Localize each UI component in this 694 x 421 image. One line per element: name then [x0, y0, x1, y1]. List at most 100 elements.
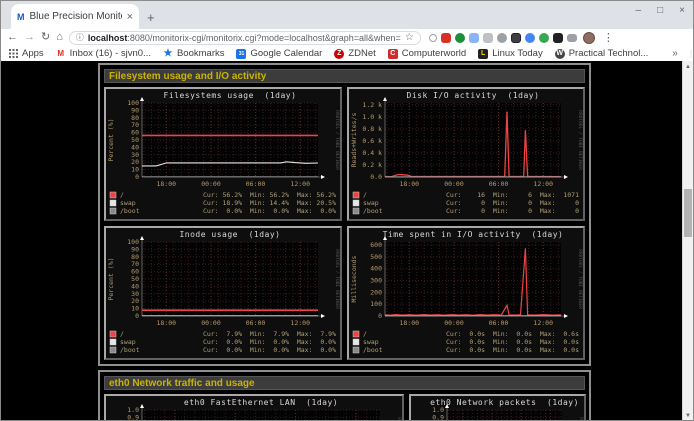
- back-icon[interactable]: ←: [7, 32, 18, 43]
- svg-text:1.2 k: 1.2 k: [362, 101, 382, 109]
- green-circle-extension-icon[interactable]: [539, 33, 549, 43]
- scrollbar-thumb[interactable]: [684, 189, 692, 237]
- bookmarks-overflow-chevron[interactable]: »: [672, 48, 678, 59]
- monitorix-favicon-icon: M: [17, 12, 25, 22]
- browser-menu-icon[interactable]: ⋮: [603, 31, 614, 44]
- maximize-button[interactable]: □: [657, 5, 663, 16]
- svg-text:RRDTOOL / TOBI OETIKER: RRDTOOL / TOBI OETIKER: [396, 417, 402, 421]
- address-bar[interactable]: ⓘ localhost:8080/monitorix-cgi/monitorix…: [69, 31, 421, 45]
- svg-text:eth0 Network packets (1day): eth0 Network packets (1day): [430, 398, 579, 407]
- svg-text:RRDTOOL / TOBI OETIKER: RRDTOOL / TOBI OETIKER: [577, 249, 583, 309]
- gmail-extension-icon[interactable]: [441, 33, 451, 43]
- svg-text:0: 0: [135, 312, 139, 320]
- profile-avatar[interactable]: [583, 32, 595, 44]
- svg-text:/boot: /boot: [363, 207, 383, 215]
- svg-text:swap: swap: [120, 338, 136, 346]
- svg-text:eth0 FastEthernet LAN (1day): eth0 FastEthernet LAN (1day): [184, 398, 338, 407]
- close-button[interactable]: ×: [679, 5, 685, 16]
- browser-tab[interactable]: M Blue Precision Monitorix ×: [11, 4, 139, 29]
- tab-title: Blue Precision Monitorix: [30, 11, 122, 22]
- svg-text:/boot: /boot: [363, 346, 383, 354]
- magnifier-extension-icon[interactable]: [429, 34, 437, 42]
- svg-text:80: 80: [131, 114, 139, 122]
- bookmark-bookmarks[interactable]: ★ Bookmarks: [163, 48, 225, 59]
- svg-text:20: 20: [131, 297, 139, 305]
- svg-text:/: /: [363, 191, 367, 199]
- dark-square-extension-icon[interactable]: [511, 33, 521, 43]
- svg-text:50: 50: [131, 136, 139, 144]
- eth0-packets-graph: 18:0000:0006:0012:001.00.90.80.70.60.50.…: [409, 394, 586, 421]
- graph-row-3: 18:0000:0006:0012:001.00.90.80.70.60.50.…: [104, 394, 585, 421]
- svg-text:0.8 k: 0.8 k: [362, 125, 382, 133]
- scrollbar-up-icon[interactable]: ▲: [683, 61, 693, 73]
- svg-text:0.2 k: 0.2 k: [362, 161, 382, 169]
- svg-text:0.0: 0.0: [370, 173, 382, 181]
- svg-text:06:00: 06:00: [489, 319, 509, 327]
- home-icon[interactable]: ⌂: [56, 32, 63, 43]
- blue-oval-extension-icon[interactable]: [525, 33, 535, 43]
- black-pin-extension-icon[interactable]: [553, 33, 563, 43]
- page-info-icon[interactable]: ⓘ: [76, 34, 84, 42]
- green-badge-extension-icon[interactable]: [455, 33, 465, 43]
- gmail-icon: M: [56, 49, 66, 59]
- svg-text:500: 500: [370, 253, 382, 261]
- bookmark-google-calendar[interactable]: 31 Google Calendar: [236, 48, 322, 59]
- star-icon: ★: [163, 49, 173, 59]
- svg-text:Cur: 16 Min: 6 Max:: Cur: 16 Min: 6 Max: 1071: [446, 191, 579, 199]
- svg-text:200: 200: [370, 288, 382, 296]
- svg-text:00:00: 00:00: [201, 319, 221, 327]
- svg-text:RRDTOOL / TOBI OETIKER: RRDTOOL / TOBI OETIKER: [578, 417, 584, 421]
- eye-extension-icon[interactable]: [497, 33, 507, 43]
- bookmark-inbox[interactable]: M Inbox (16) - sjvn0...: [56, 48, 151, 59]
- page-content: Filesystem usage and I/O activity 18:000…: [1, 61, 693, 421]
- pages-extension-icon[interactable]: [469, 33, 479, 43]
- tab-close-icon[interactable]: ×: [127, 11, 133, 23]
- svg-text:/: /: [120, 330, 124, 338]
- url-path: :8080/monitorix-cgi/monitorix.cgi?mode=l…: [127, 33, 401, 43]
- bookmark-computerworld[interactable]: C Computerworld: [388, 48, 466, 59]
- bookmark-linux-today[interactable]: L Linux Today: [478, 48, 543, 59]
- inode-usage-graph: 18:0000:0006:0012:0001020304050607080901…: [104, 226, 342, 360]
- svg-text:Cur: 0.0% Min: 0.0% Max:: Cur: 0.0% Min: 0.0% Max: 0.0%: [203, 346, 336, 354]
- bookmark-practical-technology[interactable]: W Practical Technol...: [555, 48, 649, 59]
- scrollbar-down-icon[interactable]: ▼: [683, 410, 693, 421]
- zdnet-icon: Z: [334, 49, 344, 59]
- svg-text:/boot: /boot: [120, 346, 140, 354]
- svg-text:/boot: /boot: [120, 207, 140, 215]
- playlist-extension-icon[interactable]: [567, 34, 577, 42]
- svg-text:Cur: 0 Min: 0 Max:: Cur: 0 Min: 0 Max: 0: [446, 207, 579, 215]
- svg-text:70: 70: [131, 260, 139, 268]
- svg-text:60: 60: [131, 268, 139, 276]
- url-text[interactable]: localhost:8080/monitorix-cgi/monitorix.c…: [88, 33, 401, 43]
- svg-text:12:00: 12:00: [290, 180, 310, 188]
- bookmark-zdnet[interactable]: Z ZDNet: [334, 48, 375, 59]
- new-tab-button[interactable]: +: [147, 10, 155, 25]
- svg-text:70: 70: [131, 121, 139, 129]
- reload-icon[interactable]: ↻: [41, 32, 50, 43]
- graph-row-1: 18:0000:0006:0012:0001020304050607080901…: [104, 87, 585, 221]
- svg-text:40: 40: [131, 143, 139, 151]
- forward-icon[interactable]: →: [24, 32, 35, 43]
- svg-text:30: 30: [131, 290, 139, 298]
- bookmarks-divider: |: [690, 48, 692, 59]
- minimize-button[interactable]: –: [636, 5, 642, 16]
- section-title-filesystem: Filesystem usage and I/O activity: [104, 69, 585, 83]
- bookmark-star-icon[interactable]: ☆: [405, 32, 414, 43]
- svg-text:40: 40: [131, 282, 139, 290]
- monitorix-page: Filesystem usage and I/O activity 18:000…: [98, 63, 591, 421]
- svg-text:12:00: 12:00: [533, 180, 553, 188]
- svg-text:0: 0: [378, 312, 382, 320]
- extension-icons: [429, 33, 577, 43]
- bookmark-apps[interactable]: Apps: [9, 48, 44, 59]
- page-scrollbar[interactable]: ▲ ▼: [682, 61, 693, 421]
- grey-square-extension-icon[interactable]: [483, 33, 493, 43]
- svg-text:Cur: 0.0s Min: 0.0s Max:: Cur: 0.0s Min: 0.0s Max: 0.6s: [446, 330, 579, 338]
- svg-text:Inode usage (1day): Inode usage (1day): [179, 230, 280, 239]
- svg-text:Cur: 0.0s Min: 0.0s Max:: Cur: 0.0s Min: 0.0s Max: 0.0s: [446, 346, 579, 354]
- time-io-activity-graph: 18:0000:0006:0012:000100200300400500600T…: [347, 226, 585, 360]
- svg-text:00:00: 00:00: [444, 180, 464, 188]
- svg-text:Filesystems usage (1day): Filesystems usage (1day): [164, 91, 297, 100]
- bookmarks-bar: Apps M Inbox (16) - sjvn0... ★ Bookmarks…: [1, 46, 693, 61]
- svg-text:0: 0: [135, 173, 139, 181]
- svg-text:RRDTOOL / TOBI OETIKER: RRDTOOL / TOBI OETIKER: [334, 110, 340, 170]
